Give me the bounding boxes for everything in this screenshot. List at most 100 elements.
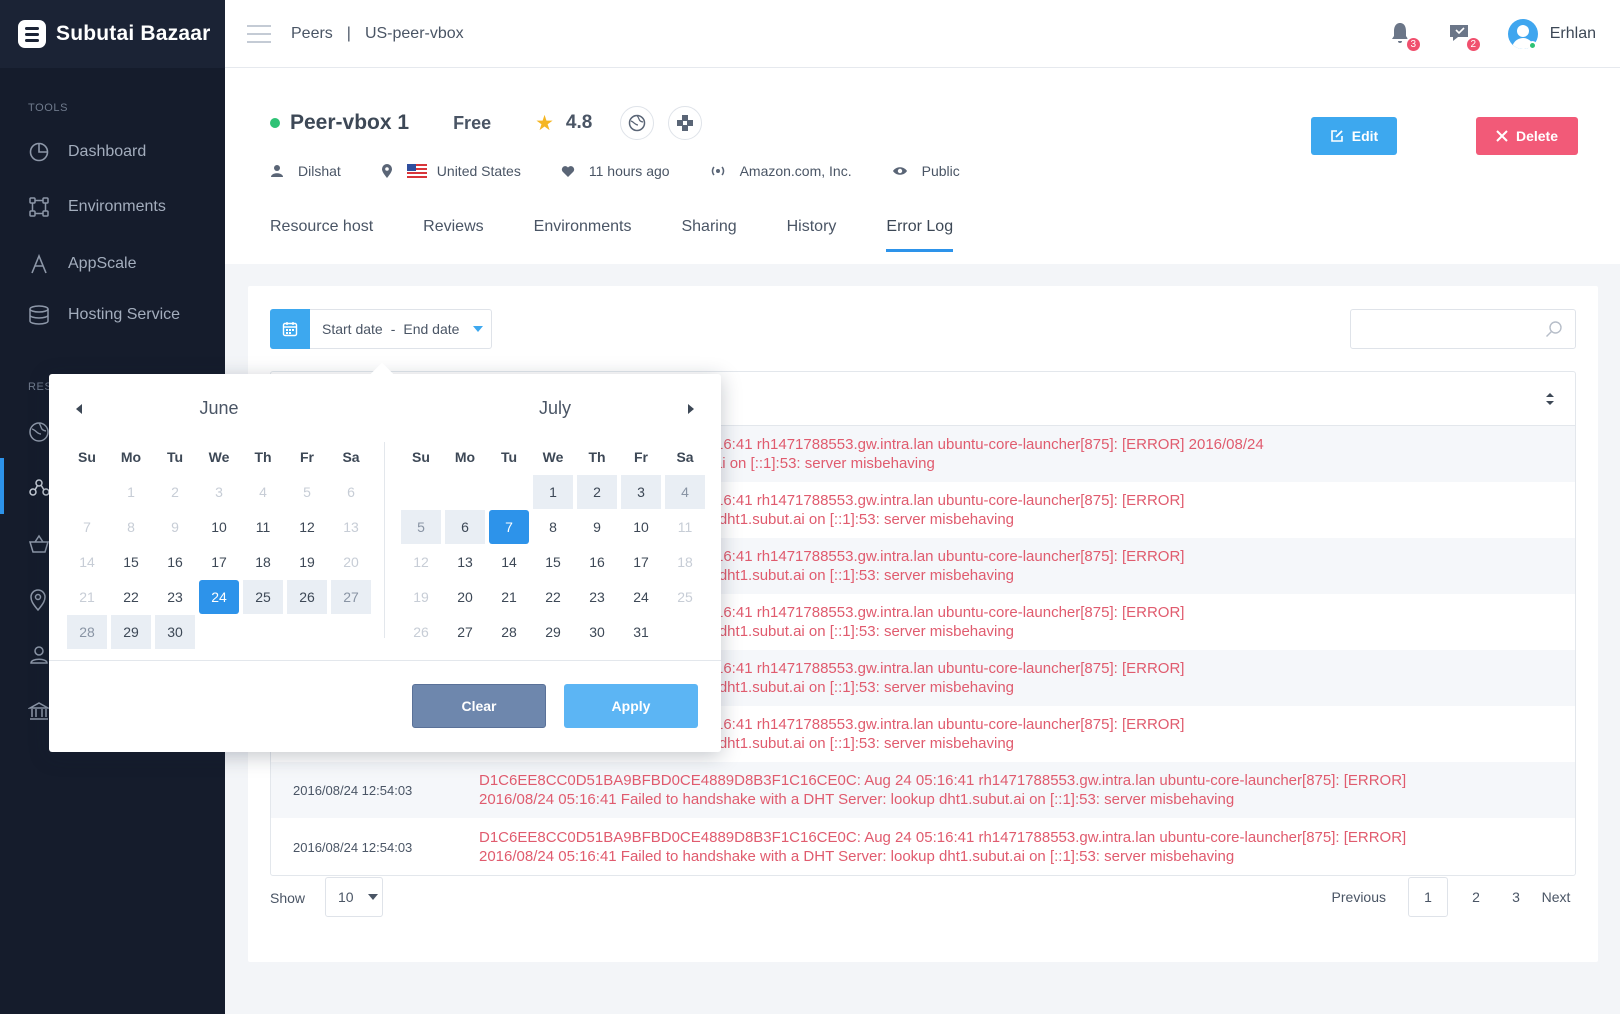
june-day[interactable]: 25 xyxy=(243,580,283,614)
june-day[interactable]: 30 xyxy=(155,615,195,649)
tab-environments[interactable]: Environments xyxy=(534,218,632,252)
logo[interactable]: Subutai Bazaar xyxy=(0,0,225,68)
tab-error-log[interactable]: Error Log xyxy=(886,218,953,252)
july-day[interactable]: 25 xyxy=(665,580,705,614)
july-day[interactable]: 20 xyxy=(445,580,485,614)
june-day[interactable]: 10 xyxy=(199,510,239,544)
june-day[interactable]: 23 xyxy=(155,580,195,614)
june-day[interactable]: 14 xyxy=(67,545,107,579)
june-day[interactable]: 29 xyxy=(111,615,151,649)
june-day[interactable]: 20 xyxy=(331,545,371,579)
edit-button[interactable]: Edit xyxy=(1311,117,1397,155)
july-day[interactable]: 16 xyxy=(577,545,617,579)
search-input[interactable] xyxy=(1350,309,1576,349)
menu-icon[interactable] xyxy=(247,24,271,43)
clear-button[interactable]: Clear xyxy=(412,684,546,728)
globe-icon[interactable] xyxy=(28,421,50,443)
sidebar-item-appscale[interactable]: AppScale xyxy=(0,244,225,284)
june-day[interactable]: 9 xyxy=(155,510,195,544)
july-day[interactable]: 7 xyxy=(489,510,529,544)
july-day[interactable]: 5 xyxy=(401,510,441,544)
previous-button[interactable]: Previous xyxy=(1332,877,1386,917)
july-day[interactable]: 3 xyxy=(621,475,661,509)
peers-network-icon[interactable] xyxy=(28,476,50,498)
basket-icon[interactable] xyxy=(28,534,50,556)
june-day[interactable]: 8 xyxy=(111,510,151,544)
july-day[interactable]: 4 xyxy=(665,475,705,509)
july-day[interactable]: 19 xyxy=(401,580,441,614)
next-button[interactable]: Next xyxy=(1536,877,1576,917)
july-day[interactable]: 11 xyxy=(665,510,705,544)
user-menu[interactable]: Erhlan xyxy=(1507,19,1596,49)
location-icon[interactable] xyxy=(28,589,50,612)
messages-button[interactable]: 2 xyxy=(1448,21,1482,53)
sidebar-item-environments[interactable]: Environments xyxy=(0,187,225,227)
july-day[interactable]: 26 xyxy=(401,615,441,649)
june-day[interactable]: 21 xyxy=(67,580,107,614)
july-day[interactable]: 1 xyxy=(533,475,573,509)
notifications-button[interactable]: 3 xyxy=(1388,21,1422,53)
july-day[interactable]: 27 xyxy=(445,615,485,649)
june-day[interactable]: 6 xyxy=(331,475,371,509)
july-day[interactable]: 18 xyxy=(665,545,705,579)
june-day[interactable]: 3 xyxy=(199,475,239,509)
july-day[interactable]: 10 xyxy=(621,510,661,544)
page-3[interactable]: 3 xyxy=(1496,877,1536,917)
calendar-icon[interactable] xyxy=(270,308,310,349)
june-day[interactable]: 27 xyxy=(331,580,371,614)
june-day[interactable]: 11 xyxy=(243,510,283,544)
july-day[interactable]: 17 xyxy=(621,545,661,579)
july-day[interactable]: 8 xyxy=(533,510,573,544)
july-day[interactable]: 23 xyxy=(577,580,617,614)
july-day[interactable]: 15 xyxy=(533,545,573,579)
june-day[interactable]: 5 xyxy=(287,475,327,509)
breadcrumb-peers[interactable]: Peers xyxy=(291,25,333,43)
date-range-picker[interactable]: Start date - End date xyxy=(270,308,492,349)
june-day[interactable]: 26 xyxy=(287,580,327,614)
july-day[interactable]: 30 xyxy=(577,615,617,649)
june-day[interactable]: 28 xyxy=(67,615,107,649)
page-2[interactable]: 2 xyxy=(1456,877,1496,917)
july-day[interactable]: 24 xyxy=(621,580,661,614)
tab-sharing[interactable]: Sharing xyxy=(681,218,736,252)
june-day[interactable]: 16 xyxy=(155,545,195,579)
plugin-button[interactable] xyxy=(668,106,703,140)
sidebar-item-hosting-service[interactable]: Hosting Service xyxy=(0,295,225,335)
june-day[interactable]: 15 xyxy=(111,545,151,579)
apply-button[interactable]: Apply xyxy=(564,684,698,728)
june-day[interactable]: 2 xyxy=(155,475,195,509)
july-day[interactable]: 29 xyxy=(533,615,573,649)
july-day[interactable]: 14 xyxy=(489,545,529,579)
tab-resource-host[interactable]: Resource host xyxy=(270,218,373,252)
june-day[interactable]: 7 xyxy=(67,510,107,544)
june-day[interactable]: 1 xyxy=(111,475,151,509)
globe-button[interactable] xyxy=(620,106,655,140)
june-day[interactable]: 12 xyxy=(287,510,327,544)
june-day[interactable]: 19 xyxy=(287,545,327,579)
july-day[interactable]: 31 xyxy=(621,615,661,649)
june-day[interactable]: 24 xyxy=(199,580,239,614)
july-day[interactable]: 28 xyxy=(489,615,529,649)
sort-icon[interactable] xyxy=(1545,392,1555,406)
june-day[interactable]: 18 xyxy=(243,545,283,579)
june-day[interactable]: 17 xyxy=(199,545,239,579)
delete-button[interactable]: Delete xyxy=(1476,117,1578,155)
tab-history[interactable]: History xyxy=(787,218,837,252)
july-day[interactable]: 13 xyxy=(445,545,485,579)
sidebar-item-dashboard[interactable]: Dashboard xyxy=(0,132,225,172)
june-day[interactable]: 22 xyxy=(111,580,151,614)
july-day[interactable]: 6 xyxy=(445,510,485,544)
prev-month-icon[interactable] xyxy=(76,404,82,414)
user-card-icon[interactable] xyxy=(28,645,50,667)
page-1[interactable]: 1 xyxy=(1408,877,1448,917)
next-month-icon[interactable] xyxy=(688,404,694,414)
july-day[interactable]: 22 xyxy=(533,580,573,614)
july-day[interactable]: 21 xyxy=(489,580,529,614)
july-day[interactable]: 12 xyxy=(401,545,441,579)
july-day[interactable]: 9 xyxy=(577,510,617,544)
tab-reviews[interactable]: Reviews xyxy=(423,218,483,252)
bank-icon[interactable] xyxy=(27,701,51,723)
june-day[interactable]: 13 xyxy=(331,510,371,544)
july-day[interactable]: 2 xyxy=(577,475,617,509)
page-size-select[interactable]: 10 xyxy=(325,877,383,917)
